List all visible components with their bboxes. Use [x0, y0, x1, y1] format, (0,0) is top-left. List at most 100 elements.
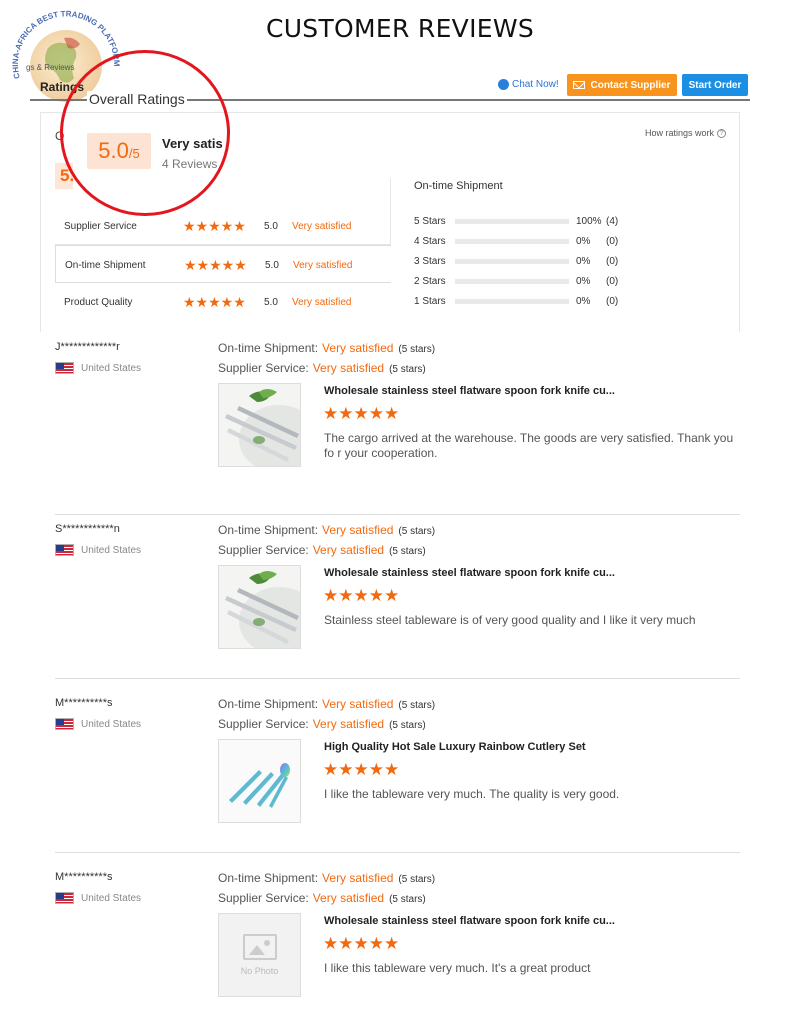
product-link[interactable]: Wholesale stainless steel flatware spoon… — [324, 385, 615, 397]
overall-score-text: Very satis — [162, 136, 223, 151]
category-ratings: Supplier Service ★★★★★ 5.0 Very satisfie… — [55, 207, 391, 321]
review-stars: ★★★★★ — [323, 934, 400, 953]
overall-score: 5.0 — [98, 138, 129, 163]
us-flag-icon — [55, 718, 74, 730]
service-rating: Supplier Service: Very satisfied (5 stars) — [218, 891, 426, 905]
distribution-row: 5 Stars 100% (4) — [414, 214, 644, 234]
distribution-percent: 0% — [576, 296, 591, 307]
product-thumbnail[interactable]: No Photo — [218, 913, 301, 997]
overall-title-ghost: O — [55, 129, 65, 143]
service-label: Supplier Service: — [218, 543, 309, 557]
service-rating: Supplier Service: Very satisfied (5 stars) — [218, 543, 426, 557]
country-name: United States — [81, 892, 142, 904]
review-stars: ★★★★★ — [323, 760, 400, 779]
shipment-value: Very satisfied — [322, 523, 394, 537]
product-thumbnail[interactable] — [218, 383, 301, 467]
distribution-count: (0) — [606, 296, 619, 307]
category-status: Very satisfied — [293, 260, 353, 271]
category-row[interactable]: On-time Shipment ★★★★★ 5.0 Very satisfie… — [55, 245, 391, 283]
mail-icon — [573, 81, 586, 89]
ratings-tab[interactable]: Ratings — [40, 80, 84, 94]
category-label: Product Quality — [64, 297, 133, 308]
distribution-percent: 100% — [576, 216, 602, 227]
start-order-button[interactable]: Start Order — [682, 74, 748, 96]
service-value: Very satisfied — [312, 891, 385, 905]
category-score: 5.0 — [265, 260, 279, 271]
service-stars: (5 stars) — [389, 720, 426, 731]
review-item: J*************r United States On-time Sh… — [55, 337, 740, 515]
chat-now-link[interactable]: Chat Now! — [498, 79, 559, 90]
distribution-label: 3 Stars — [414, 256, 446, 267]
distribution-row: 3 Stars 0% (0) — [414, 254, 644, 274]
no-photo-label: No Photo — [240, 966, 279, 976]
flatware-photo-icon — [219, 566, 300, 648]
distribution-label: 5 Stars — [414, 216, 446, 227]
distribution-bar — [455, 259, 569, 264]
distribution-bar — [455, 299, 569, 304]
service-label: Supplier Service: — [218, 361, 309, 375]
distribution-percent: 0% — [576, 276, 591, 287]
flatware-photo-icon — [219, 384, 300, 466]
category-stars: ★★★★★ — [183, 294, 246, 310]
shipment-rating: On-time Shipment: Very satisfied (5 stars) — [218, 341, 435, 355]
no-photo-placeholder: No Photo — [219, 914, 300, 996]
service-value: Very satisfied — [312, 543, 385, 557]
panel-divider — [390, 178, 391, 244]
us-flag-icon — [55, 544, 74, 556]
product-thumbnail[interactable] — [218, 739, 301, 823]
rainbow-cutlery-photo-icon — [219, 740, 300, 822]
category-status: Very satisfied — [292, 297, 352, 308]
review-text: I like the tableware very much. The qual… — [324, 787, 620, 801]
category-label: Supplier Service — [64, 221, 137, 232]
distribution-percent: 0% — [576, 236, 591, 247]
reviewer-name: S************n — [55, 523, 120, 535]
review-text: I like this tableware very much. It's a … — [324, 961, 591, 975]
product-link[interactable]: Wholesale stainless steel flatware spoon… — [324, 915, 615, 927]
shipment-stars: (5 stars) — [398, 526, 436, 537]
review-item: M**********s United States On-time Shipm… — [55, 867, 740, 1017]
service-value: Very satisfied — [312, 717, 385, 731]
review-stars: ★★★★★ — [323, 586, 400, 605]
question-icon: ? — [717, 128, 727, 138]
service-rating: Supplier Service: Very satisfied (5 stars) — [218, 717, 426, 731]
reviewer-name: M**********s — [55, 871, 113, 883]
how-ratings-work-link[interactable]: How ratings work ? — [645, 128, 727, 138]
service-stars: (5 stars) — [389, 894, 426, 905]
product-thumbnail[interactable] — [218, 565, 301, 649]
distribution-bar — [455, 219, 569, 224]
contact-supplier-button[interactable]: Contact Supplier — [567, 74, 677, 96]
distribution-label: 4 Stars — [414, 236, 446, 247]
distribution-count: (0) — [606, 276, 619, 287]
shipment-label: On-time Shipment: — [218, 523, 319, 537]
star-distribution: 5 Stars 100% (4) 4 Stars 0% (0) 3 Stars … — [414, 214, 644, 314]
shipment-stars: (5 stars) — [398, 344, 436, 355]
shipment-rating: On-time Shipment: Very satisfied (5 stars) — [218, 697, 435, 711]
shipment-value: Very satisfied — [322, 341, 394, 355]
chat-now-label: Chat Now! — [512, 79, 559, 90]
review-item: M**********s United States On-time Shipm… — [55, 693, 740, 853]
category-score: 5.0 — [264, 221, 278, 232]
review-text: The cargo arrived at the warehouse. The … — [324, 431, 734, 460]
product-link[interactable]: High Quality Hot Sale Luxury Rainbow Cut… — [324, 741, 586, 753]
distribution-bar — [455, 239, 569, 244]
shipment-rating: On-time Shipment: Very satisfied (5 stars) — [218, 871, 435, 885]
shipment-value: Very satisfied — [322, 871, 394, 885]
category-row[interactable]: Product Quality ★★★★★ 5.0 Very satisfied — [55, 283, 391, 321]
category-row[interactable]: Supplier Service ★★★★★ 5.0 Very satisfie… — [55, 207, 391, 245]
shipment-label: On-time Shipment: — [218, 871, 319, 885]
distribution-bar — [455, 279, 569, 284]
country-name: United States — [81, 362, 142, 374]
us-flag-icon — [55, 892, 74, 904]
service-rating: Supplier Service: Very satisfied (5 stars) — [218, 361, 426, 375]
distribution-title: On-time Shipment — [414, 180, 503, 192]
product-link[interactable]: Wholesale stainless steel flatware spoon… — [324, 567, 615, 579]
logo-overlay-text: gs & Reviews — [26, 63, 74, 72]
reviewer-name: J*************r — [55, 341, 120, 353]
review-stars: ★★★★★ — [323, 404, 400, 423]
review-item: S************n United States On-time Shi… — [55, 519, 740, 679]
overall-score-badge: 5.0 /5 — [87, 133, 151, 169]
overall-score-max: /5 — [128, 146, 140, 161]
distribution-count: (4) — [606, 216, 619, 227]
chat-icon — [498, 79, 509, 90]
shipment-value: Very satisfied — [322, 697, 394, 711]
